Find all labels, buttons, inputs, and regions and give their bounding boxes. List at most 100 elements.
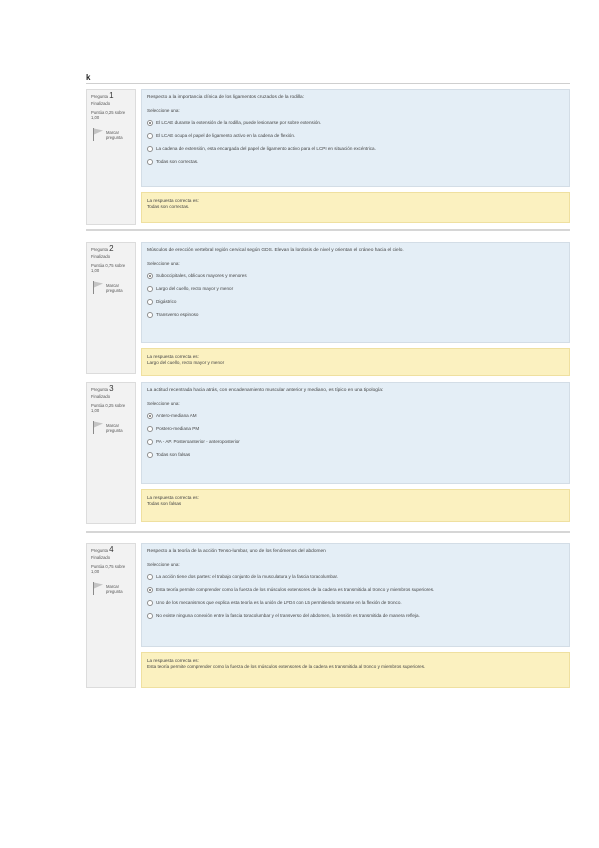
option-label: Digástrico bbox=[156, 298, 177, 304]
flag-icon bbox=[93, 280, 103, 294]
question-grade: Puntúa 0,25 sobre 1,00 bbox=[91, 402, 126, 414]
answer-option[interactable]: PA - AP. Posteroanterior - anteroposteri… bbox=[147, 439, 563, 446]
answer-option[interactable]: Todas son correctas. bbox=[147, 159, 563, 166]
option-label: Antero-mediana AM bbox=[156, 412, 197, 418]
question-formulation: Respecto a la importancia clínica de los… bbox=[141, 89, 570, 187]
question-info: Pregunta 1 Finalizado Puntúa 0,25 sobre … bbox=[86, 89, 136, 225]
answer-prompt: Seleccione una: bbox=[147, 562, 180, 568]
question-text: La actitud recentrada hacia atrás, con e… bbox=[147, 388, 384, 393]
option-label: La cadena de extensión, esta encargada d… bbox=[156, 145, 376, 151]
option-label: Todas son correctas. bbox=[156, 158, 199, 164]
option-label: Suboccipitales, oblicuos mayores y menor… bbox=[156, 272, 247, 278]
option-label: PA - AP. Posteroanterior - anteroposteri… bbox=[156, 438, 240, 444]
answer-prompt: Seleccione una: bbox=[147, 108, 180, 114]
question-formulation: La actitud recentrada hacia atrás, con e… bbox=[141, 382, 570, 484]
radio[interactable] bbox=[147, 312, 153, 319]
radio[interactable] bbox=[147, 452, 153, 459]
feedback-answer: Todas son correctas. bbox=[147, 204, 190, 209]
feedback-answer: Todas son falsas bbox=[147, 501, 182, 506]
answer-option[interactable]: No existe ninguna conexión entre la fasc… bbox=[147, 613, 563, 620]
top-divider bbox=[86, 83, 570, 84]
option-label: Postero-mediana PM bbox=[156, 425, 200, 431]
question-info: Pregunta 3 Finalizado Puntúa 0,25 sobre … bbox=[86, 382, 136, 524]
radio[interactable] bbox=[147, 600, 153, 607]
flag-question-button[interactable]: Marcar pregunta bbox=[91, 280, 132, 294]
question-separator bbox=[86, 229, 570, 231]
flag-label: Marcar pregunta bbox=[106, 583, 123, 595]
answer-option[interactable]: La cadena de extensión, esta encargada d… bbox=[147, 146, 563, 153]
answer-option[interactable]: Antero-mediana AM bbox=[147, 413, 563, 420]
flag-label: Marcar pregunta bbox=[106, 422, 123, 434]
radio[interactable] bbox=[147, 426, 153, 433]
option-label: No existe ninguna conexión entre la fasc… bbox=[156, 612, 420, 618]
answer-prompt: Seleccione una: bbox=[147, 261, 180, 267]
answer-option[interactable]: Digástrico bbox=[147, 299, 563, 306]
flag-icon bbox=[93, 581, 103, 595]
correct-answer-feedback: La respuesta correcta es: Esta teoría pe… bbox=[141, 652, 570, 688]
question-content: Respecto a la teoría de la acción Tenso-… bbox=[141, 543, 570, 688]
answer-option[interactable]: Postero-mediana PM bbox=[147, 426, 563, 433]
correct-answer-feedback: La respuesta correcta es: Todas son fals… bbox=[141, 489, 570, 522]
question-grade: Puntúa 0,75 sobre 1,00 bbox=[91, 262, 126, 274]
option-label: La acción tiene dos partes: el trabajo c… bbox=[156, 573, 339, 579]
radio[interactable] bbox=[147, 146, 153, 153]
correct-answer-feedback: La respuesta correcta es: Todas son corr… bbox=[141, 192, 570, 223]
radio[interactable] bbox=[147, 133, 153, 140]
answer-option[interactable]: Largo del cuello, recto mayor y menor bbox=[147, 286, 563, 293]
answer-option[interactable]: Esta teoría permite comprender como la f… bbox=[147, 587, 563, 594]
flag-icon bbox=[93, 127, 103, 141]
question-content: Respecto a la importancia clínica de los… bbox=[141, 89, 570, 223]
radio-selected[interactable] bbox=[147, 587, 153, 594]
question-number: Pregunta 2 bbox=[91, 244, 114, 253]
option-label: Transverso espinoso bbox=[156, 311, 199, 317]
radio[interactable] bbox=[147, 159, 153, 166]
radio[interactable] bbox=[147, 286, 153, 293]
flag-question-button[interactable]: Marcar pregunta bbox=[91, 581, 132, 595]
flag-icon bbox=[93, 420, 103, 434]
answer-option[interactable]: Todas son falsas bbox=[147, 452, 563, 459]
radio[interactable] bbox=[147, 299, 153, 306]
question-grade: Puntúa 0,25 sobre 1,00 bbox=[91, 109, 126, 121]
radio-selected[interactable] bbox=[147, 120, 153, 127]
feedback-answer: Largo del cuello, recto mayor y menor bbox=[147, 360, 225, 365]
answer-option[interactable]: Transverso espinoso bbox=[147, 312, 563, 319]
question-content: La actitud recentrada hacia atrás, con e… bbox=[141, 382, 570, 522]
feedback-answer: Esta teoría permite comprender como la f… bbox=[147, 664, 426, 669]
question-number: Pregunta 3 bbox=[91, 384, 114, 393]
option-label: Todas son falsas bbox=[156, 451, 191, 457]
answer-option[interactable]: El LCAE durante la extensión de la rodil… bbox=[147, 120, 563, 127]
question-text: Respecto a la teoría de la acción Tenso-… bbox=[147, 549, 326, 554]
flag-question-button[interactable]: Marcar pregunta bbox=[91, 420, 132, 434]
radio[interactable] bbox=[147, 439, 153, 446]
option-label: Largo del cuello, recto mayor y menor bbox=[156, 285, 234, 291]
radio-selected[interactable] bbox=[147, 273, 153, 280]
option-label: El LCAE durante la extensión de la rodil… bbox=[156, 119, 322, 125]
question-content: Músculos de erección vertebral región ce… bbox=[141, 242, 570, 376]
question-info: Pregunta 4 Finalizado Puntúa 0,75 sobre … bbox=[86, 543, 136, 688]
radio[interactable] bbox=[147, 613, 153, 620]
answer-option[interactable]: El LCAE ocupa el papel de ligamento acti… bbox=[147, 133, 563, 140]
answer-prompt: Seleccione una: bbox=[147, 401, 180, 407]
correct-answer-feedback: La respuesta correcta es: Largo del cuel… bbox=[141, 348, 570, 376]
answer-option[interactable]: La acción tiene dos partes: el trabajo c… bbox=[147, 574, 563, 581]
question-formulation: Músculos de erección vertebral región ce… bbox=[141, 242, 570, 343]
question-text: Músculos de erección vertebral región ce… bbox=[147, 248, 404, 253]
question-state: Finalizado bbox=[91, 101, 111, 107]
question-state: Finalizado bbox=[91, 254, 111, 260]
question-state: Finalizado bbox=[91, 555, 111, 561]
question-separator bbox=[86, 531, 570, 533]
option-label: Uno de los mecanismos que explica esta t… bbox=[156, 599, 402, 605]
answer-option[interactable]: Uno de los mecanismos que explica esta t… bbox=[147, 600, 563, 607]
option-label: Esta teoría permite comprender como la f… bbox=[156, 586, 435, 592]
radio[interactable] bbox=[147, 574, 153, 581]
question-formulation: Respecto a la teoría de la acción Tenso-… bbox=[141, 543, 570, 647]
flag-question-button[interactable]: Marcar pregunta bbox=[91, 127, 132, 141]
question-text: Respecto a la importancia clínica de los… bbox=[147, 95, 305, 100]
answer-option[interactable]: Suboccipitales, oblicuos mayores y menor… bbox=[147, 273, 563, 280]
option-label: El LCAE ocupa el papel de ligamento acti… bbox=[156, 132, 296, 138]
radio-selected[interactable] bbox=[147, 413, 153, 420]
flag-label: Marcar pregunta bbox=[106, 129, 123, 141]
flag-label: Marcar pregunta bbox=[106, 282, 123, 294]
question-grade: Puntúa 0,75 sobre 1,00 bbox=[91, 563, 126, 575]
question-number: Pregunta 4 bbox=[91, 545, 114, 554]
